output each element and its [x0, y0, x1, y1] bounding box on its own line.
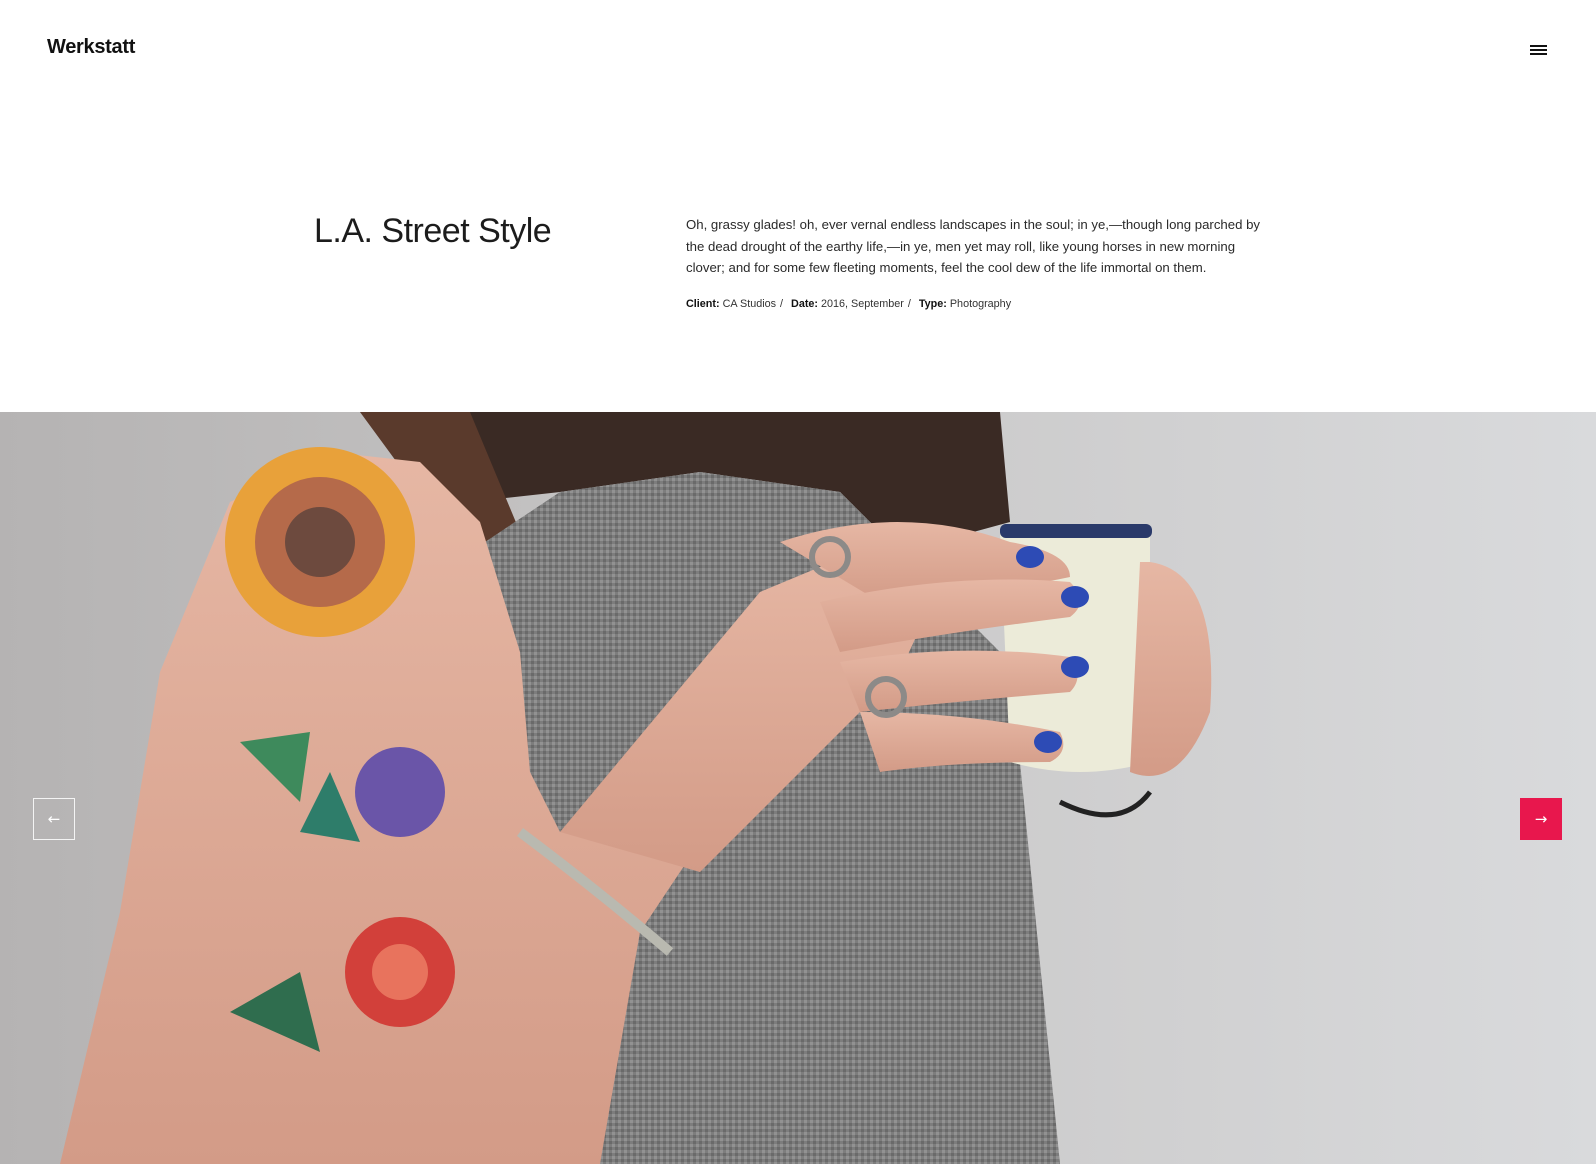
gallery-next-button[interactable]: → — [1520, 798, 1562, 840]
site-header: Werkstatt — [0, 0, 1596, 100]
project-title: L.A. Street Style — [314, 212, 552, 250]
project-gallery — [0, 412, 1596, 1164]
meta-separator: / — [907, 298, 911, 310]
date-label: Date: — [791, 298, 819, 310]
client-label: Client: — [686, 298, 720, 310]
client-value: CA Studios — [722, 298, 777, 310]
arrow-left-icon: ← — [47, 810, 61, 828]
project-meta: Client: CA Studios / Date: 2016, Septembe… — [686, 298, 1011, 310]
gallery-prev-button[interactable]: ← — [33, 798, 75, 840]
menu-line — [1530, 53, 1547, 55]
type-label: Type: — [918, 298, 947, 310]
gallery-photo — [0, 412, 1596, 1164]
project-description: Oh, grassy glades! oh, ever vernal endle… — [686, 217, 1261, 276]
menu-line — [1530, 49, 1547, 51]
site-logo[interactable]: Werkstatt — [47, 36, 135, 59]
hamburger-menu-icon[interactable] — [1530, 43, 1548, 57]
date-value: 2016, September — [821, 298, 904, 310]
type-value: Photography — [949, 298, 1012, 310]
meta-separator: / — [780, 298, 784, 310]
menu-line — [1530, 45, 1547, 47]
arrow-right-icon: → — [1534, 810, 1548, 828]
